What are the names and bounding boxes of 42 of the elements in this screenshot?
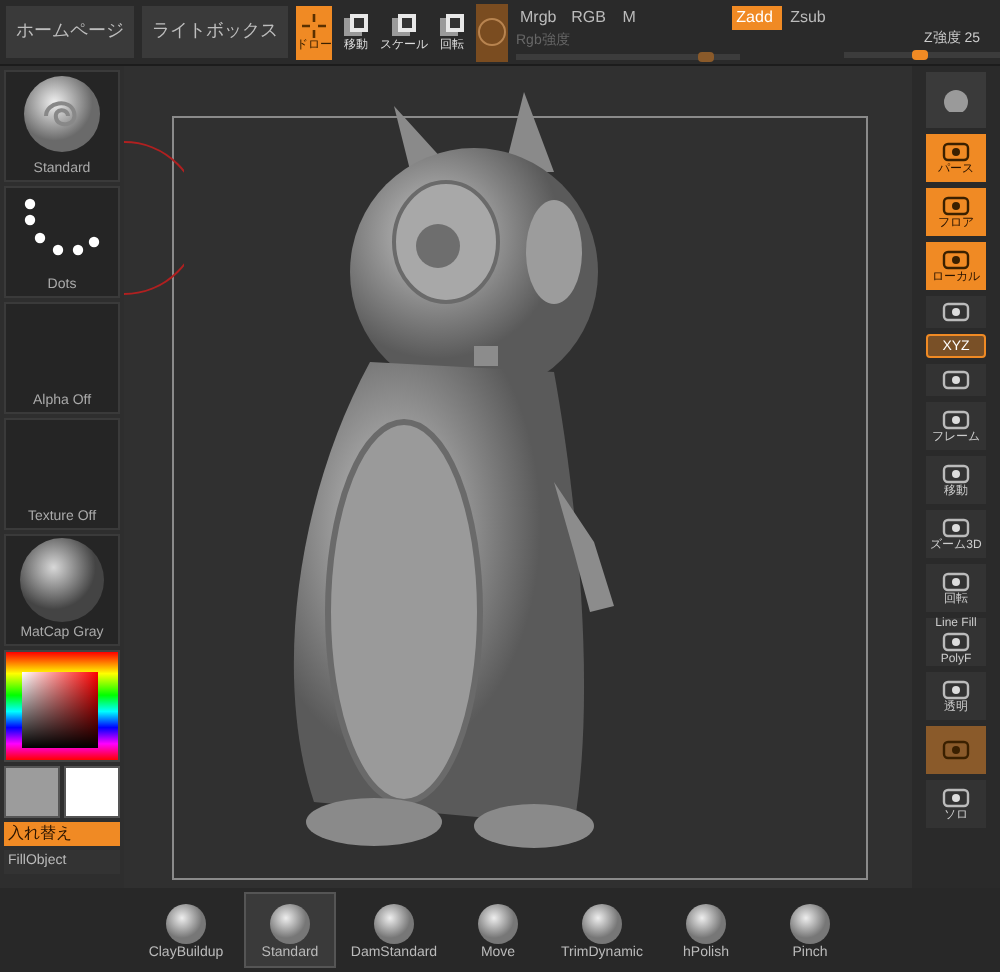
tool-icon xyxy=(940,248,972,272)
tool-icon xyxy=(940,678,972,702)
color-square[interactable] xyxy=(22,672,98,748)
slider-thumb[interactable] xyxy=(911,49,928,59)
mode-button[interactable]: Mrgb xyxy=(516,5,564,29)
tool-icon xyxy=(940,516,972,540)
tool-icon xyxy=(940,194,972,218)
tool-icon xyxy=(940,408,972,432)
sphere-icon xyxy=(14,536,110,624)
crosshair-icon xyxy=(298,12,330,40)
sphere-icon xyxy=(788,901,832,945)
sphere-icon xyxy=(476,901,520,945)
tool-icon xyxy=(940,368,972,392)
mode-button[interactable]: M xyxy=(618,5,666,29)
sphere-icon xyxy=(164,901,208,945)
tool-icon xyxy=(940,300,972,324)
color-swatch[interactable] xyxy=(64,766,120,818)
squares-icon xyxy=(436,12,468,40)
color-swatch[interactable] xyxy=(4,766,60,818)
sphere-icon xyxy=(372,901,416,945)
menu-button[interactable]: ホームページ xyxy=(6,6,134,58)
tool-icon xyxy=(940,786,972,810)
tool-icon xyxy=(940,140,972,164)
sphere-brush-icon xyxy=(18,72,106,152)
sphere-icon xyxy=(580,901,624,945)
circle-icon xyxy=(476,16,508,48)
sphere-icon xyxy=(268,901,312,945)
mode-button[interactable]: RGB xyxy=(567,5,615,29)
color-picker[interactable] xyxy=(4,650,120,762)
tool-icon xyxy=(940,738,972,762)
tool-icon xyxy=(940,462,972,486)
toolbar-button[interactable] xyxy=(926,364,986,396)
tool-icon xyxy=(940,570,972,594)
tool-icon xyxy=(940,630,972,654)
sphere-icon xyxy=(684,901,728,945)
toolbar-button[interactable] xyxy=(926,72,986,128)
z-mode-button[interactable]: Zsub xyxy=(786,5,836,29)
swap-button[interactable]: 入れ替え xyxy=(4,822,120,846)
toolbar-button[interactable] xyxy=(926,296,986,328)
squares-icon xyxy=(388,12,420,40)
squares-icon xyxy=(340,12,372,40)
menu-button[interactable]: ライトボックス xyxy=(142,6,288,58)
